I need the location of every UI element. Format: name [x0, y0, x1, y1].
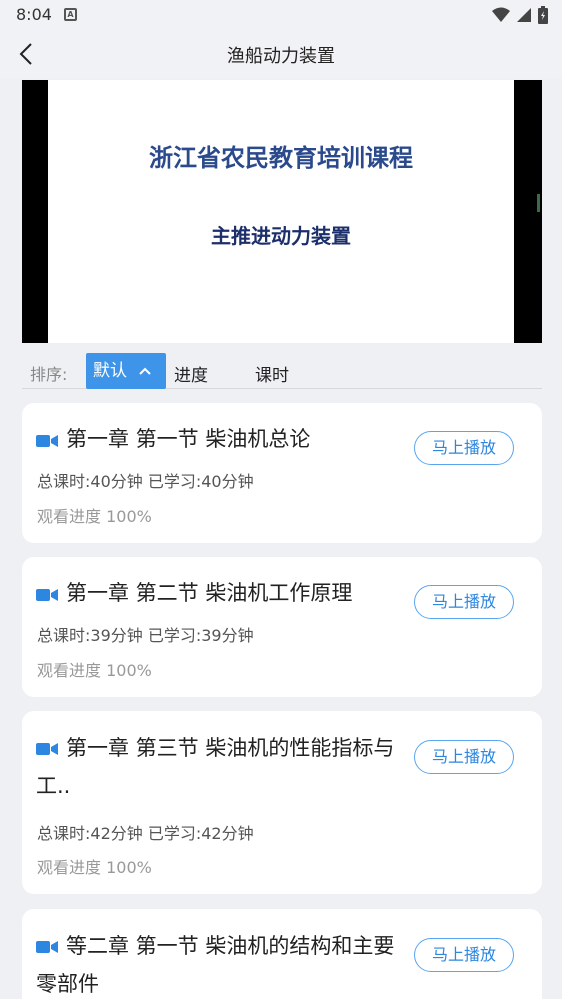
lesson-card[interactable]: 等二章 第一节 柴油机的结构和主要零部件 马上播放 [22, 909, 542, 999]
sort-bar: 排序: 默认 进度 课时 [22, 343, 542, 389]
slide-title: 浙江省农民教育培训课程 [149, 144, 413, 172]
lesson-hours: 总课时:42分钟 已学习:42分钟 [37, 820, 254, 844]
wifi-icon [492, 7, 510, 22]
lesson-card[interactable]: 第一章 第一节 柴油机总论 总课时:40分钟 已学习:40分钟 观看进度 100… [22, 403, 542, 543]
signal-icon [517, 8, 531, 22]
play-now-button[interactable]: 马上播放 [414, 431, 514, 465]
lesson-title: 第一章 第三节 柴油机的性能指标与工.. [36, 736, 395, 798]
status-icons [492, 5, 548, 25]
title-bar: 渔船动力装置 [0, 30, 562, 78]
lesson-studied-hours: 已学习:42分钟 [147, 824, 254, 843]
play-now-button[interactable]: 马上播放 [414, 938, 514, 972]
play-now-button[interactable]: 马上播放 [414, 740, 514, 774]
video-player[interactable]: 浙江省农民教育培训课程 主推进动力装置 [22, 80, 542, 343]
status-bar: 8:04 A [0, 0, 562, 30]
lesson-progress: 观看进度 100% [37, 507, 152, 526]
lesson-hours: 总课时:39分钟 已学习:39分钟 [37, 622, 254, 646]
slide-subtitle: 主推进动力装置 [211, 224, 351, 248]
slide-marker [537, 194, 540, 212]
page-title: 渔船动力装置 [227, 46, 335, 67]
lesson-title: 等二章 第一节 柴油机的结构和主要零部件 [36, 934, 395, 996]
lesson-total-hours: 总课时:42分钟 [37, 824, 143, 843]
lesson-progress: 观看进度 100% [37, 661, 152, 680]
lesson-progress: 观看进度 100% [37, 858, 152, 877]
sort-option-progress[interactable]: 进度 [174, 361, 208, 386]
sort-option-default[interactable]: 默认 [86, 353, 166, 389]
lesson-hours: 总课时:40分钟 已学习:40分钟 [37, 468, 254, 492]
lesson-title: 第一章 第一节 柴油机总论 [66, 427, 311, 451]
video-slide: 浙江省农民教育培训课程 主推进动力装置 [48, 80, 540, 343]
notification-icon: A [64, 8, 77, 21]
sort-option-default-label: 默认 [93, 361, 127, 381]
sort-option-hours[interactable]: 课时 [255, 361, 289, 386]
lesson-total-hours: 总课时:39分钟 [37, 626, 143, 645]
lesson-studied-hours: 已学习:40分钟 [147, 472, 254, 491]
lesson-card[interactable]: 第一章 第三节 柴油机的性能指标与工.. 总课时:42分钟 已学习:42分钟 观… [22, 711, 542, 894]
lesson-title: 第一章 第二节 柴油机工作原理 [66, 581, 353, 605]
battery-icon [538, 6, 548, 24]
sort-label: 排序: [30, 365, 68, 384]
lesson-total-hours: 总课时:40分钟 [37, 472, 143, 491]
status-time: 8:04 [16, 5, 52, 24]
lesson-card[interactable]: 第一章 第二节 柴油机工作原理 总课时:39分钟 已学习:39分钟 观看进度 1… [22, 557, 542, 697]
play-now-button[interactable]: 马上播放 [414, 585, 514, 619]
lesson-studied-hours: 已学习:39分钟 [147, 626, 254, 645]
chevron-up-icon [139, 367, 151, 375]
